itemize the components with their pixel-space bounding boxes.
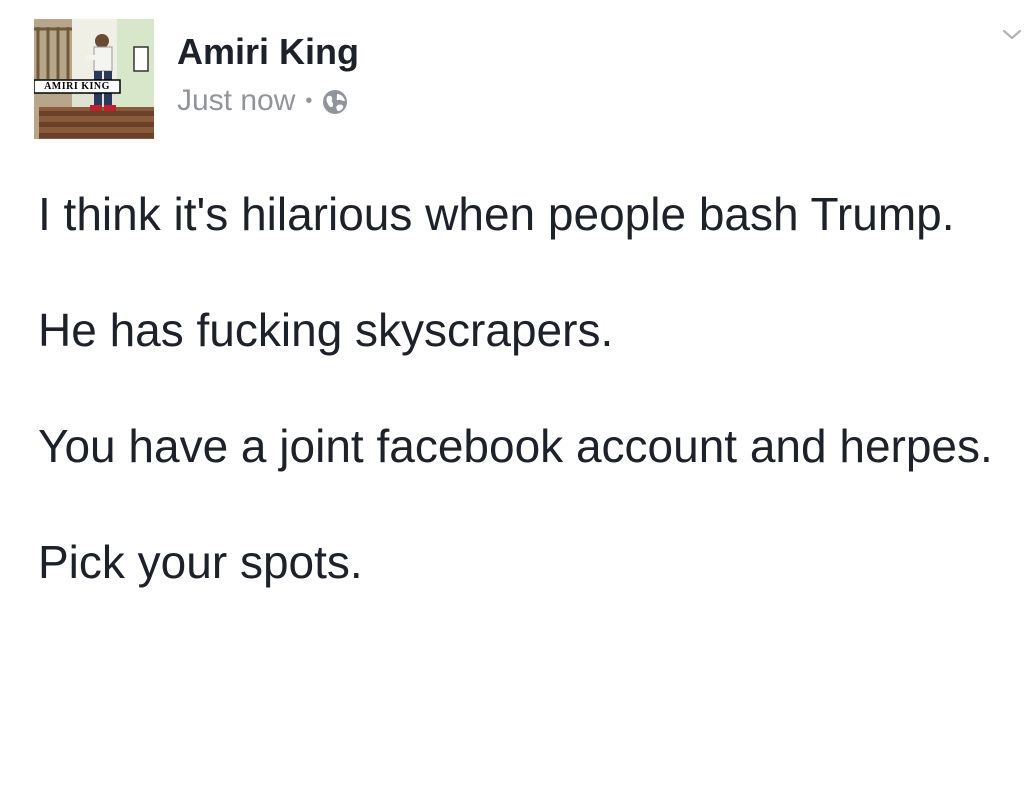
profile-avatar[interactable]: AMIRI KING — [34, 19, 154, 139]
meta-separator: • — [305, 90, 313, 112]
post-meta: Just now • — [177, 86, 348, 116]
avatar-badge-text: AMIRI KING — [44, 81, 110, 92]
post-timestamp[interactable]: Just now — [177, 86, 295, 116]
post-body: I think it's hilarious when people bash … — [38, 180, 998, 644]
post-paragraph: You have a joint facebook account and he… — [38, 420, 993, 472]
post-paragraph: I think it's hilarious when people bash … — [38, 188, 955, 240]
avatar-photo — [34, 19, 154, 139]
facebook-post: AMIRI KING Amiri King Just now • I think… — [0, 0, 1024, 804]
post-paragraph: Pick your spots. — [38, 536, 363, 588]
post-paragraph: He has fucking skyscrapers. — [38, 304, 614, 356]
author-name[interactable]: Amiri King — [177, 34, 359, 70]
globe-icon[interactable] — [322, 89, 348, 115]
chevron-down-icon[interactable] — [1000, 22, 1024, 46]
